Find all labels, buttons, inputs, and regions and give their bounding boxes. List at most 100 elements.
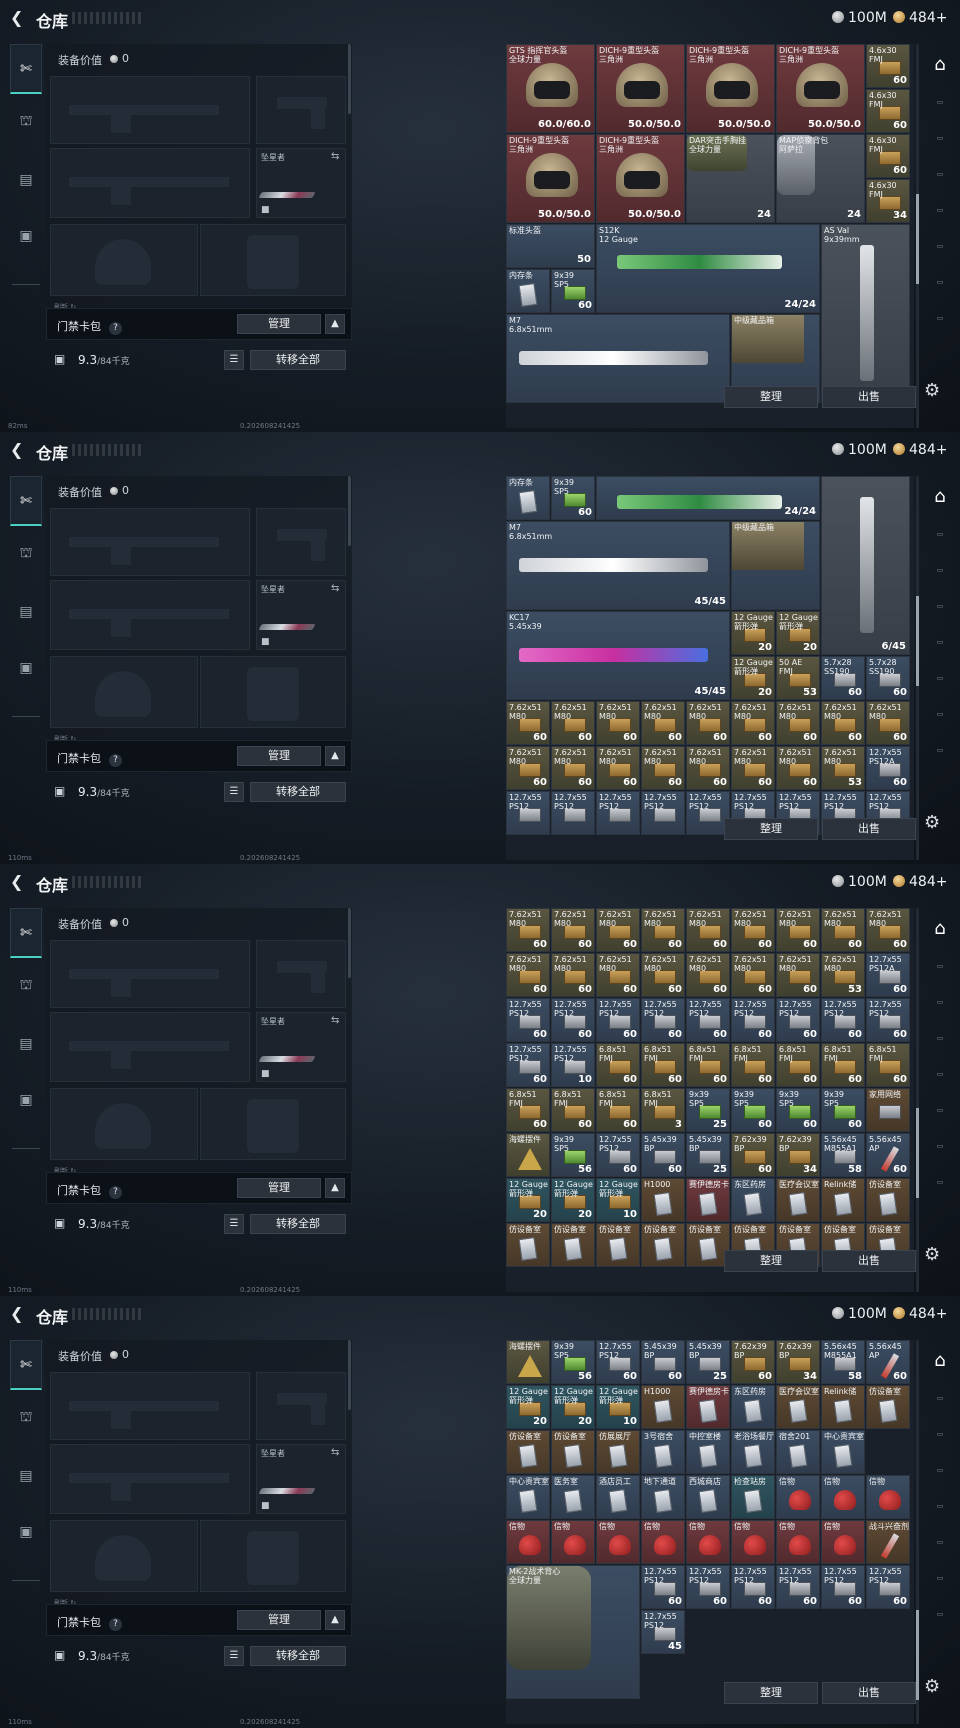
stash-page-icon[interactable]: ▭ (926, 1466, 954, 1488)
helmet-slot[interactable] (50, 656, 198, 728)
stash-item[interactable]: 5.45x39 BP 60 (641, 1340, 685, 1384)
stash-tab-icon[interactable]: ⌂ (926, 486, 954, 508)
stash-item[interactable]: 12.7x55 PS12 60 (776, 1565, 820, 1609)
primary-weapon-slot[interactable] (50, 76, 250, 144)
stash-item[interactable]: 7.62x51 M80 60 (821, 908, 865, 952)
stash-item[interactable]: 7.62x51 M80 60 (731, 953, 775, 997)
gear-icon[interactable]: ⚙ (924, 1676, 940, 1697)
stash-grid[interactable]: 内存条 9x39 SP5 60 24/24 M7 6.8x51mm 45/45 中级藏品箱 6… (506, 476, 914, 860)
stash-page-icon[interactable]: ▭ (926, 1178, 954, 1200)
list-icon[interactable]: ☰ (224, 350, 244, 370)
armor-slot[interactable] (200, 1088, 346, 1160)
stash-item[interactable]: 9x39 SP5 25 (686, 1088, 730, 1132)
stash-scroll-thumb[interactable] (916, 1610, 919, 1700)
stash-page-icon[interactable]: ▭ (926, 1610, 954, 1632)
stash-item[interactable]: 标准头盔 50 (506, 224, 595, 268)
help-icon[interactable]: ? (109, 754, 122, 767)
stash-item[interactable]: 7.62x51 M80 53 (821, 746, 865, 790)
stash-item[interactable]: 仿设备室 (506, 1430, 550, 1474)
secondary-weapon-slot[interactable] (50, 148, 250, 218)
sort-button[interactable]: 整理 (724, 1250, 818, 1272)
back-icon[interactable]: ❮ (10, 441, 26, 459)
stash-scroll-thumb[interactable] (916, 194, 919, 284)
armor-slot[interactable] (200, 224, 346, 296)
sort-button[interactable]: 整理 (724, 386, 818, 408)
stash-item[interactable]: 5.7x28 SS190 60 (821, 656, 865, 700)
stash-item[interactable]: 9x39 SP5 60 (821, 1088, 865, 1132)
stash-item[interactable]: 12 Gauge 箭形弹 10 (596, 1178, 640, 1222)
primary-weapon-slot[interactable] (50, 508, 250, 576)
stash-item[interactable]: 7.62x39 BP 60 (731, 1340, 775, 1384)
stash-item[interactable]: 12.7x55 PS12 60 (731, 1565, 775, 1609)
stash-item[interactable]: 12.7x55 PS12A 60 (866, 746, 910, 790)
pistol-slot[interactable] (256, 76, 346, 144)
stash-item[interactable]: 信物 (731, 1520, 775, 1564)
stash-item[interactable]: 仿设备室 (866, 1178, 910, 1222)
stash-page-icon[interactable]: ▭ (926, 1574, 954, 1596)
stash-item[interactable]: 9x39 SP5 56 (551, 1133, 595, 1177)
stash-item[interactable]: 海螺摆件 (506, 1340, 550, 1384)
gear-icon[interactable]: ⚙ (924, 1244, 940, 1265)
stash-scrollbar[interactable] (916, 476, 919, 860)
stash-item[interactable]: 12.7x55 PS12A 60 (866, 953, 910, 997)
stash-item[interactable]: MAP侦察背包 阿萨拉 24 (776, 134, 865, 223)
stash-item[interactable]: 7.62x51 M80 60 (596, 701, 640, 745)
stash-item[interactable]: 7.62x51 M80 60 (551, 953, 595, 997)
stash-item[interactable]: 12.7x55 PS12 (506, 791, 550, 835)
stash-item[interactable]: 12.7x55 PS12 10 (551, 1043, 595, 1087)
swap-icon[interactable]: ⇆ (331, 583, 339, 594)
stash-item[interactable]: 9x39 SP5 60 (731, 1088, 775, 1132)
chevron-up-icon[interactable]: ▲ (325, 314, 345, 334)
stash-item[interactable]: 东区药房 (731, 1178, 775, 1222)
stash-item[interactable]: 信物 (821, 1520, 865, 1564)
stash-item[interactable]: 7.62x51 M80 60 (641, 908, 685, 952)
helmet-slot[interactable] (50, 1520, 198, 1592)
gold-currency[interactable]: 484+ (893, 1306, 947, 1322)
stash-item[interactable]: 老浴场餐厅 (731, 1430, 775, 1474)
pistol-slot[interactable] (256, 1372, 346, 1440)
stash-page-icon[interactable]: ▭ (926, 1142, 954, 1164)
stash-item[interactable]: 医务室 (551, 1475, 595, 1519)
stash-item[interactable]: 5.45x39 BP 25 (686, 1340, 730, 1384)
tab-rig[interactable]: ▤ (10, 594, 42, 630)
stash-page-icon[interactable]: ▭ (926, 1106, 954, 1128)
melee-slot[interactable]: 坠星者 ⇆ ■ (256, 580, 346, 650)
chevron-up-icon[interactable]: ▲ (325, 1178, 345, 1198)
tab-rig[interactable]: ▤ (10, 162, 42, 198)
stash-item[interactable]: 5.56x45 M855A1 58 (821, 1340, 865, 1384)
stash-item[interactable]: 12 Gauge 箭形弹 20 (731, 611, 775, 655)
stash-item[interactable]: 赛伊德房卡 (686, 1178, 730, 1222)
stash-item[interactable]: 12.7x55 PS12 60 (596, 998, 640, 1042)
stash-item[interactable]: 7.62x51 M80 60 (506, 746, 550, 790)
stash-item[interactable]: 6.8x51 FMJ 3 (641, 1088, 685, 1132)
stash-scroll-thumb[interactable] (916, 596, 919, 686)
stash-page-icon[interactable]: ▭ (926, 206, 954, 228)
tab-weapons[interactable]: ✄ (10, 476, 42, 526)
stash-item[interactable]: 7.62x51 M80 60 (641, 701, 685, 745)
stash-item[interactable]: 7.62x51 M80 60 (551, 701, 595, 745)
stash-item[interactable]: 7.62x51 M80 60 (686, 746, 730, 790)
stash-item[interactable]: 6.8x51 FMJ 60 (596, 1088, 640, 1132)
stash-item[interactable]: 医疗会议室 (776, 1178, 820, 1222)
manage-button[interactable]: 管理 (237, 1610, 321, 1630)
transfer-all-button[interactable]: 转移全部 (250, 350, 346, 370)
loadout-scrollbar[interactable] (348, 908, 351, 978)
stash-item[interactable]: 6.8x51 FMJ 60 (866, 1043, 910, 1087)
stash-item[interactable]: 12 Gauge 箭形弹 20 (506, 1178, 550, 1222)
stash-item[interactable]: 信物 (776, 1475, 820, 1519)
stash-item[interactable]: 50 AE FMJ 53 (776, 656, 820, 700)
stash-item[interactable]: 12 Gauge 箭形弹 20 (551, 1385, 595, 1429)
tab-weapons[interactable]: ✄ (10, 1340, 42, 1390)
stash-item[interactable]: 7.62x51 M80 60 (731, 701, 775, 745)
stash-page-icon[interactable]: ▭ (926, 1430, 954, 1452)
stash-item[interactable]: H1000 (641, 1178, 685, 1222)
stash-item[interactable]: 12.7x55 PS12 60 (821, 998, 865, 1042)
stash-item[interactable]: 12 Gauge 箭形弹 20 (506, 1385, 550, 1429)
stash-item[interactable]: 12.7x55 PS12 45 (641, 1610, 685, 1654)
stash-item[interactable]: S12K 12 Gauge 24/24 (596, 224, 820, 313)
manage-button[interactable]: 管理 (237, 1178, 321, 1198)
sell-button[interactable]: 出售 (822, 1682, 916, 1704)
stash-page-icon[interactable]: ▭ (926, 1538, 954, 1560)
stash-page-icon[interactable]: ▭ (926, 962, 954, 984)
stash-item[interactable]: 7.62x51 M80 60 (596, 953, 640, 997)
